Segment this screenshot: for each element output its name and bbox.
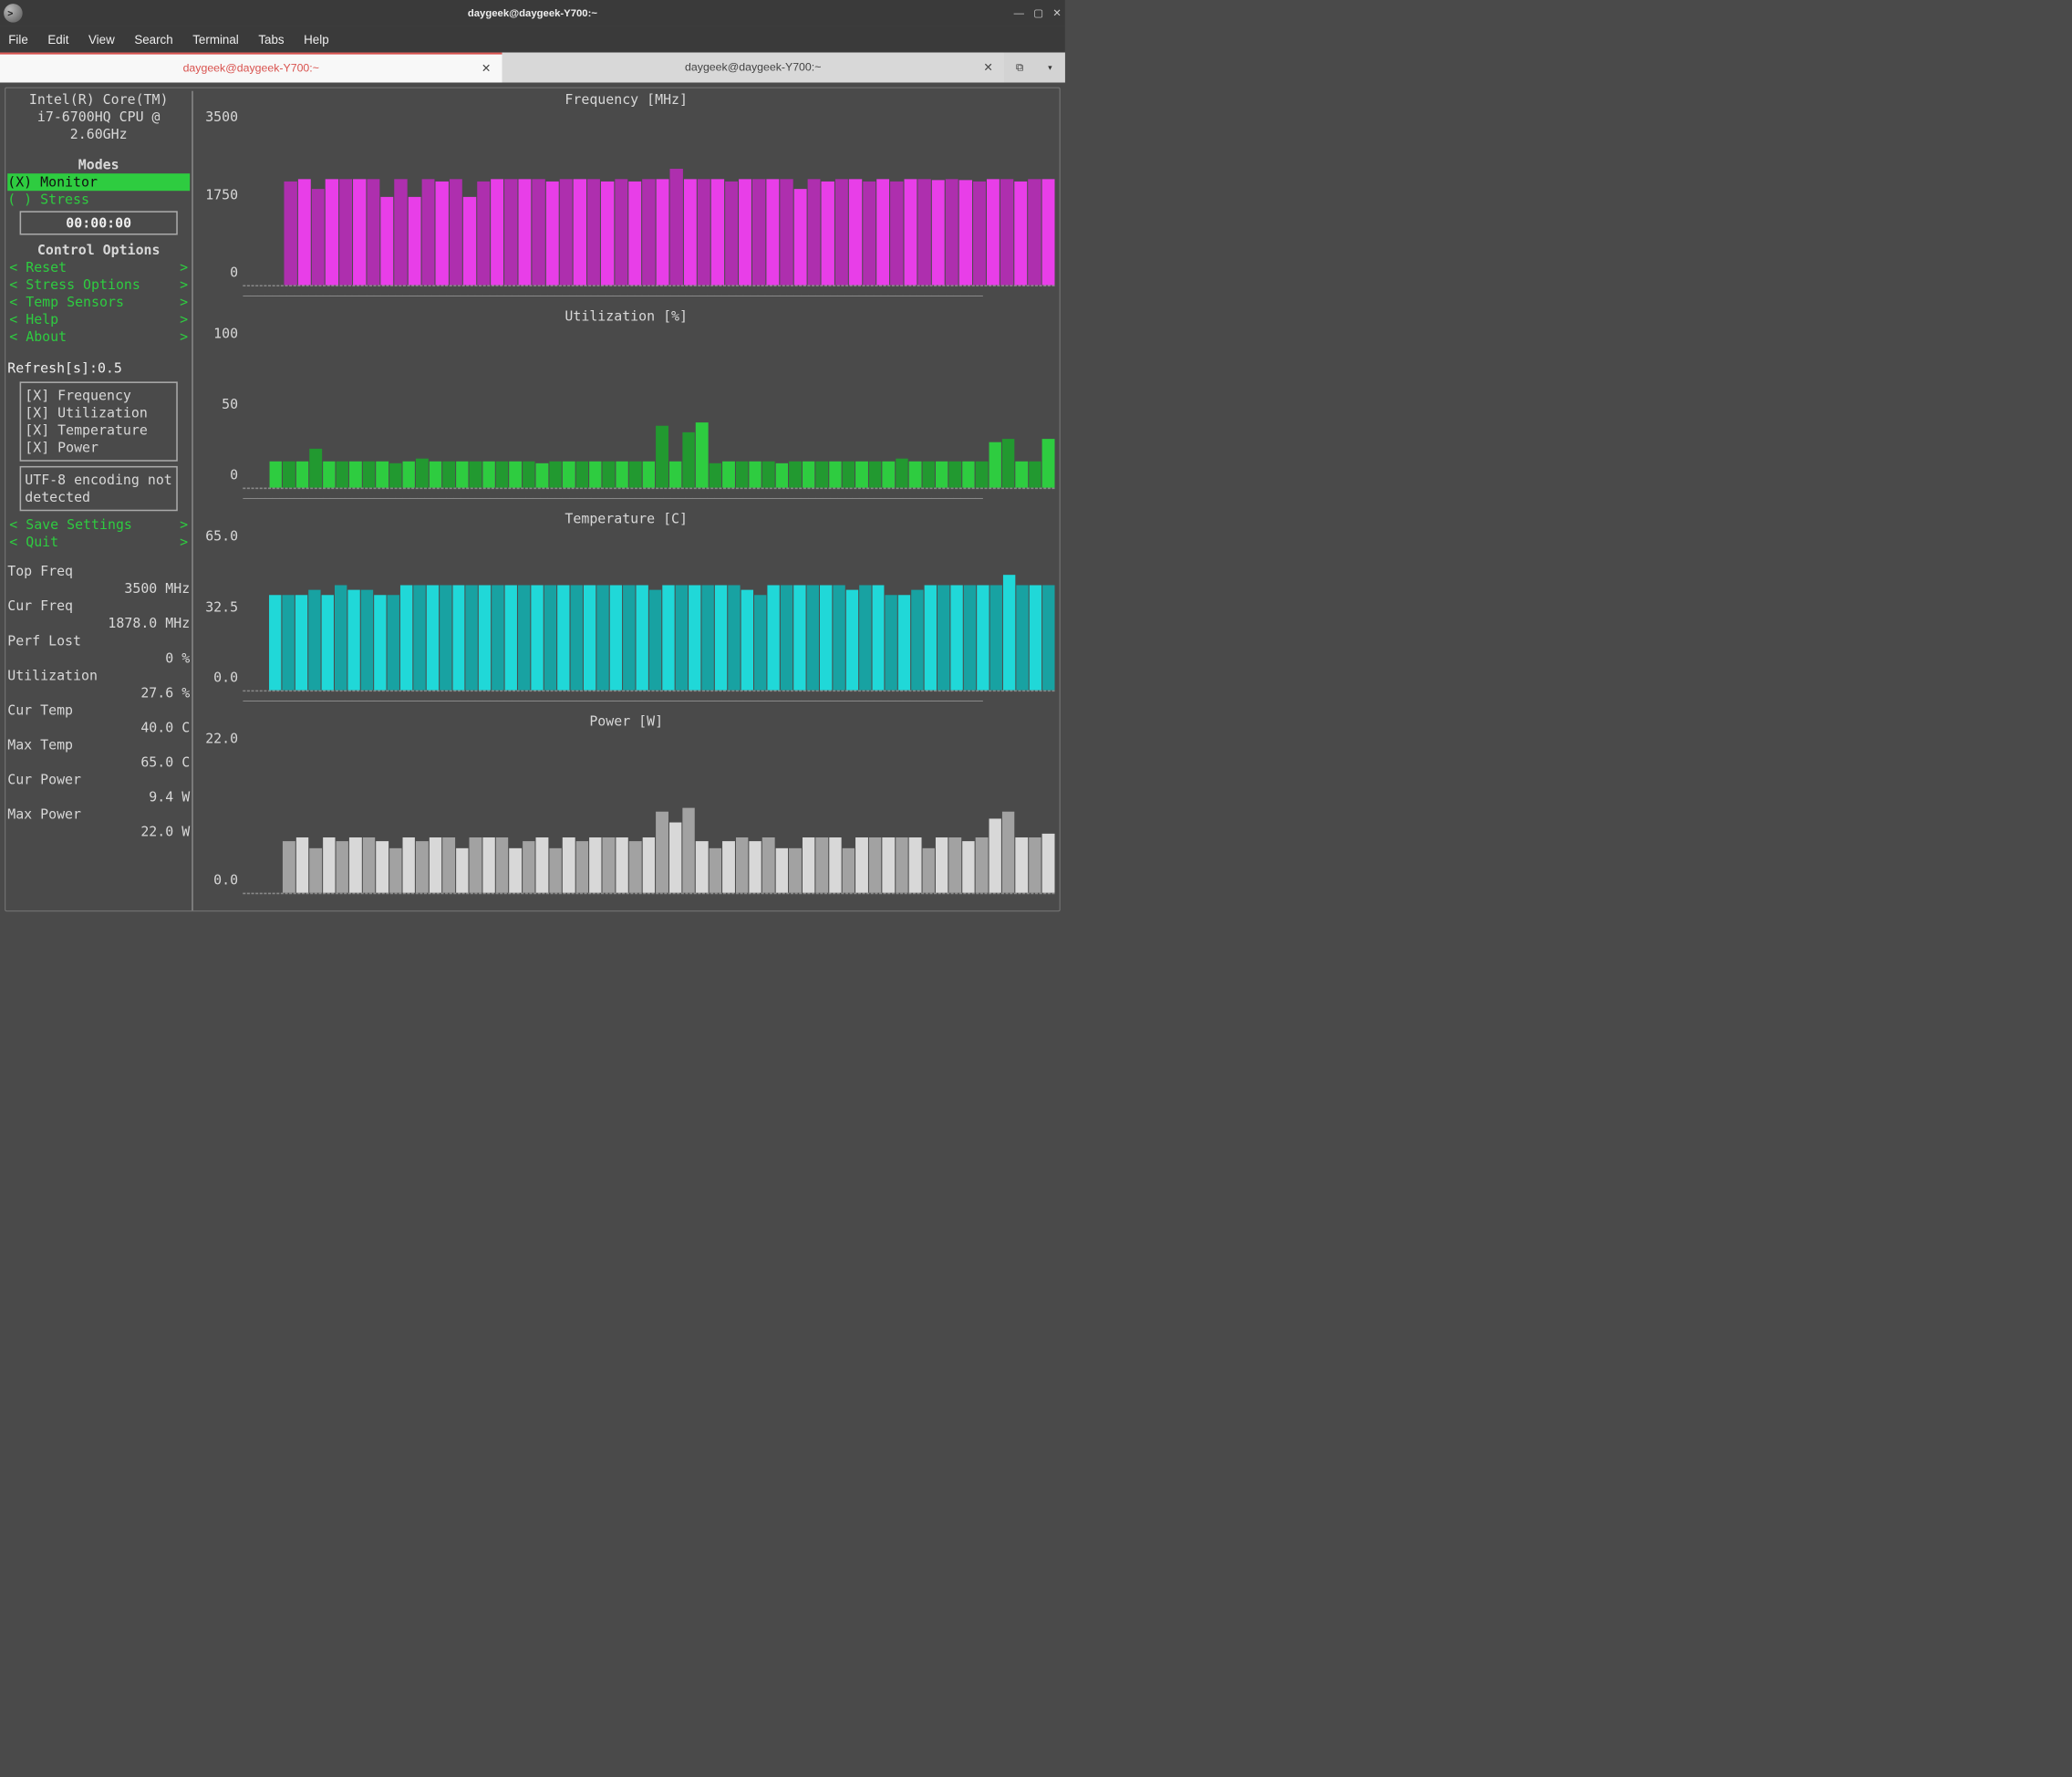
opt-reset[interactable]: < Reset> — [7, 259, 190, 276]
close-icon[interactable]: ✕ — [1052, 7, 1061, 19]
opt-save-settings[interactable]: < Save Settings> — [7, 515, 190, 533]
stat-cur-temp-label: Cur Temp — [7, 701, 190, 719]
chart-utilization-yaxis: 100 50 0 — [198, 325, 243, 489]
tab-dropdown-icon[interactable]: ▾ — [1047, 62, 1053, 74]
chart-temperature-yaxis: 65.0 32.5 0.0 — [198, 527, 243, 691]
chart-temperature: Temperature [C] 65.0 32.5 0.0 ——————————… — [198, 510, 1055, 709]
stat-cur-power-label: Cur Power — [7, 771, 190, 788]
menu-view[interactable]: View — [88, 32, 115, 47]
menu-edit[interactable]: Edit — [47, 32, 68, 47]
stat-max-temp-value: 65.0 C — [7, 753, 190, 771]
chart-frequency-yaxis: 3500 1750 0 — [198, 109, 243, 286]
tab-close-icon[interactable]: ✕ — [983, 61, 992, 75]
stat-max-power-label: Max Power — [7, 805, 190, 823]
menu-tabs[interactable]: Tabs — [258, 32, 284, 47]
stat-top-freq-label: Top Freq — [7, 563, 190, 580]
menu-file[interactable]: File — [8, 32, 28, 47]
new-tab-icon[interactable]: ⧉ — [1016, 62, 1023, 74]
stat-perf-lost-label: Perf Lost — [7, 632, 190, 649]
mode-stress[interactable]: ( ) Stress — [7, 191, 190, 208]
chart-utilization: Utilization [%] 100 50 0 ———————————————… — [198, 307, 1055, 506]
stat-max-temp-label: Max Temp — [7, 736, 190, 753]
stat-cur-freq-label: Cur Freq — [7, 598, 190, 615]
menu-search[interactable]: Search — [134, 32, 172, 47]
maximize-icon[interactable]: ▢ — [1033, 7, 1043, 19]
opt-temp-sensors[interactable]: < Temp Sensors> — [7, 294, 190, 311]
utf8-warning: UTF-8 encoding not detected — [20, 466, 178, 511]
stat-top-freq-value: 3500 MHz — [7, 580, 190, 598]
chart-frequency: Frequency [MHz] 3500 1750 0 ————————————… — [198, 91, 1055, 304]
toggle-temperature[interactable]: [X] Temperature — [25, 421, 172, 439]
titlebar: daygeek@daygeek-Y700:~ — ▢ ✕ — [0, 0, 1065, 26]
terminal-area: Intel(R) Core(TM) i7-6700HQ CPU @ 2.60GH… — [5, 88, 1061, 912]
stat-cur-power-value: 9.4 W — [7, 788, 190, 805]
charts-area: Frequency [MHz] 3500 1750 0 ————————————… — [193, 91, 1060, 910]
menu-terminal[interactable]: Terminal — [192, 32, 239, 47]
modes-title: Modes — [7, 156, 190, 173]
mode-monitor[interactable]: (X) Monitor — [7, 173, 190, 191]
cpu-line3: 2.60GHz — [7, 126, 190, 143]
menubar: File Edit View Search Terminal Tabs Help — [0, 26, 1065, 53]
chart-frequency-bars — [243, 109, 1054, 286]
tab-active-label: daygeek@daygeek-Y700:~ — [183, 62, 319, 75]
opt-stress-options[interactable]: < Stress Options> — [7, 276, 190, 294]
window-title: daygeek@daygeek-Y700:~ — [468, 7, 597, 19]
plot-toggles: [X] Frequency [X] Utilization [X] Temper… — [20, 381, 178, 461]
minimize-icon[interactable]: — — [1014, 7, 1024, 19]
chart-power-bars — [243, 730, 1054, 894]
stat-perf-lost-value: 0 % — [7, 649, 190, 667]
opt-about[interactable]: < About> — [7, 328, 190, 346]
stat-cur-temp-value: 40.0 C — [7, 719, 190, 736]
toggle-frequency[interactable]: [X] Frequency — [25, 387, 172, 404]
refresh-label: Refresh[s]:0.5 — [7, 359, 190, 377]
chart-power-yaxis: 22.0 0.0 — [198, 730, 243, 894]
stat-max-power-value: 22.0 W — [7, 823, 190, 840]
chart-temperature-bars — [243, 527, 1054, 691]
tab-active[interactable]: daygeek@daygeek-Y700:~ ✕ — [0, 53, 502, 83]
toggle-power[interactable]: [X] Power — [25, 439, 172, 456]
cpu-line1: Intel(R) Core(TM) — [7, 91, 190, 109]
tab-inactive-label: daygeek@daygeek-Y700:~ — [685, 61, 821, 74]
opt-quit[interactable]: < Quit> — [7, 533, 190, 550]
control-options-title: Control Options — [7, 242, 190, 259]
menu-help[interactable]: Help — [304, 32, 328, 47]
toggle-utilization[interactable]: [X] Utilization — [25, 404, 172, 421]
tabbar: daygeek@daygeek-Y700:~ ✕ daygeek@daygeek… — [0, 53, 1065, 83]
tab-inactive[interactable]: daygeek@daygeek-Y700:~ ✕ — [502, 53, 1003, 83]
chart-power: Power [W] 22.0 0.0 — [198, 712, 1055, 894]
opt-help[interactable]: < Help> — [7, 311, 190, 328]
stat-util-label: Utilization — [7, 667, 190, 684]
sidebar: Intel(R) Core(TM) i7-6700HQ CPU @ 2.60GH… — [5, 91, 193, 910]
timer: 00:00:00 — [20, 211, 178, 234]
cpu-line2: i7-6700HQ CPU @ — [7, 109, 190, 126]
stat-cur-freq-value: 1878.0 MHz — [7, 615, 190, 632]
chart-utilization-bars — [243, 325, 1054, 489]
tab-close-icon[interactable]: ✕ — [482, 62, 491, 76]
app-icon — [4, 4, 23, 23]
stat-util-value: 27.6 % — [7, 684, 190, 701]
